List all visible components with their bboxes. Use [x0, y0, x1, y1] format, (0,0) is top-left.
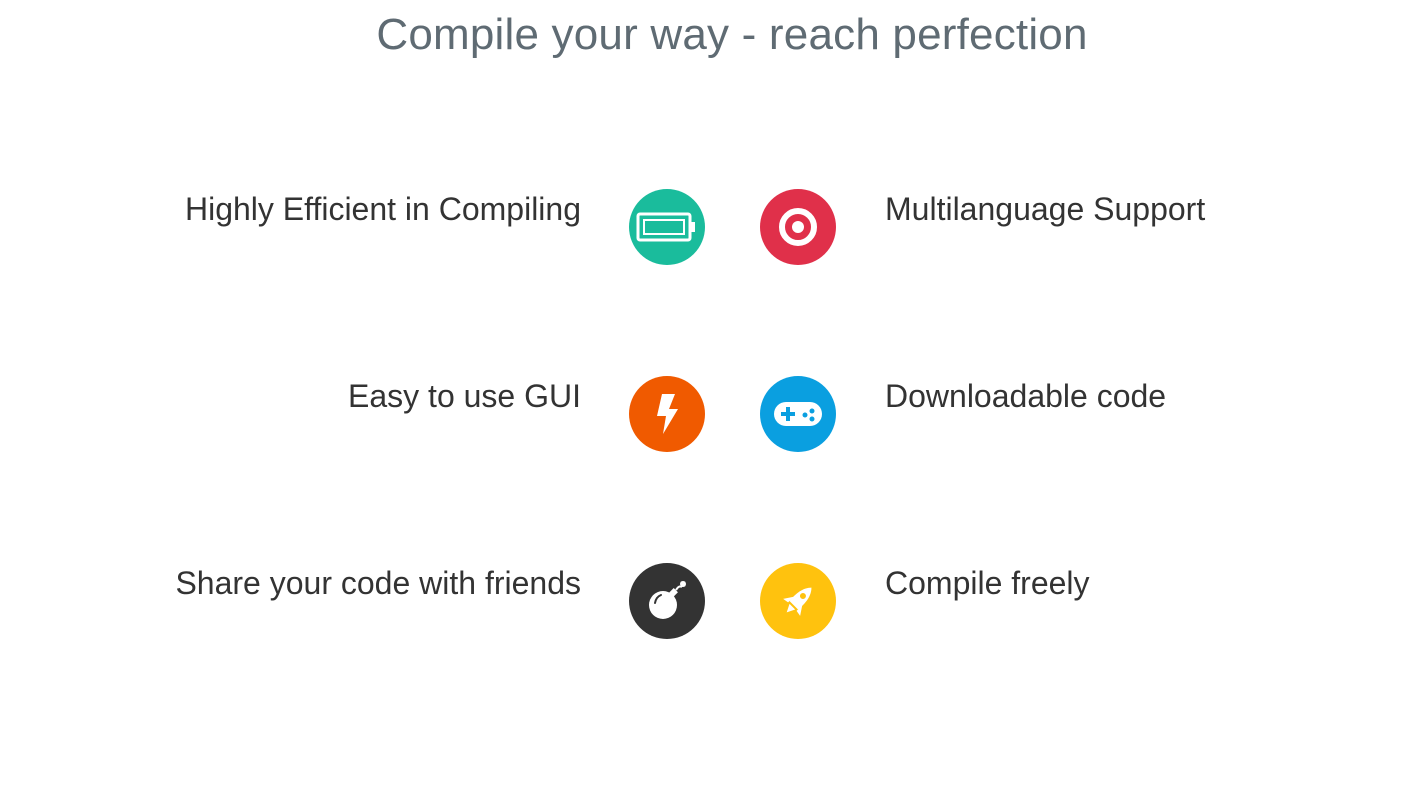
feature-icon-compile-freely [760, 563, 836, 639]
feature-label-multilanguage: Multilanguage Support [885, 191, 1206, 227]
feature-label-downloadable: Downloadable code [885, 378, 1167, 414]
feature-icon-share-code [629, 563, 705, 639]
target-icon [779, 208, 817, 246]
feature-label-compile-freely: Compile freely [885, 565, 1090, 601]
feature-label-easy-gui: Easy to use GUI [348, 378, 581, 414]
page-title: Compile your way - reach perfection [376, 10, 1088, 59]
rocket-icon [783, 587, 812, 616]
feature-icon-easy-gui [629, 376, 705, 452]
bomb-icon [649, 581, 686, 619]
lightning-bolt-icon [657, 394, 678, 434]
feature-icon-downloadable [760, 376, 836, 452]
feature-icon-efficient-compiling [629, 189, 705, 265]
battery-icon [636, 212, 695, 242]
feature-label-share-code: Share your code with friends [175, 565, 581, 601]
feature-label-efficient-compiling: Highly Efficient in Compiling [184, 191, 581, 227]
feature-icon-multilanguage [760, 189, 836, 265]
gamepad-icon [774, 402, 822, 426]
